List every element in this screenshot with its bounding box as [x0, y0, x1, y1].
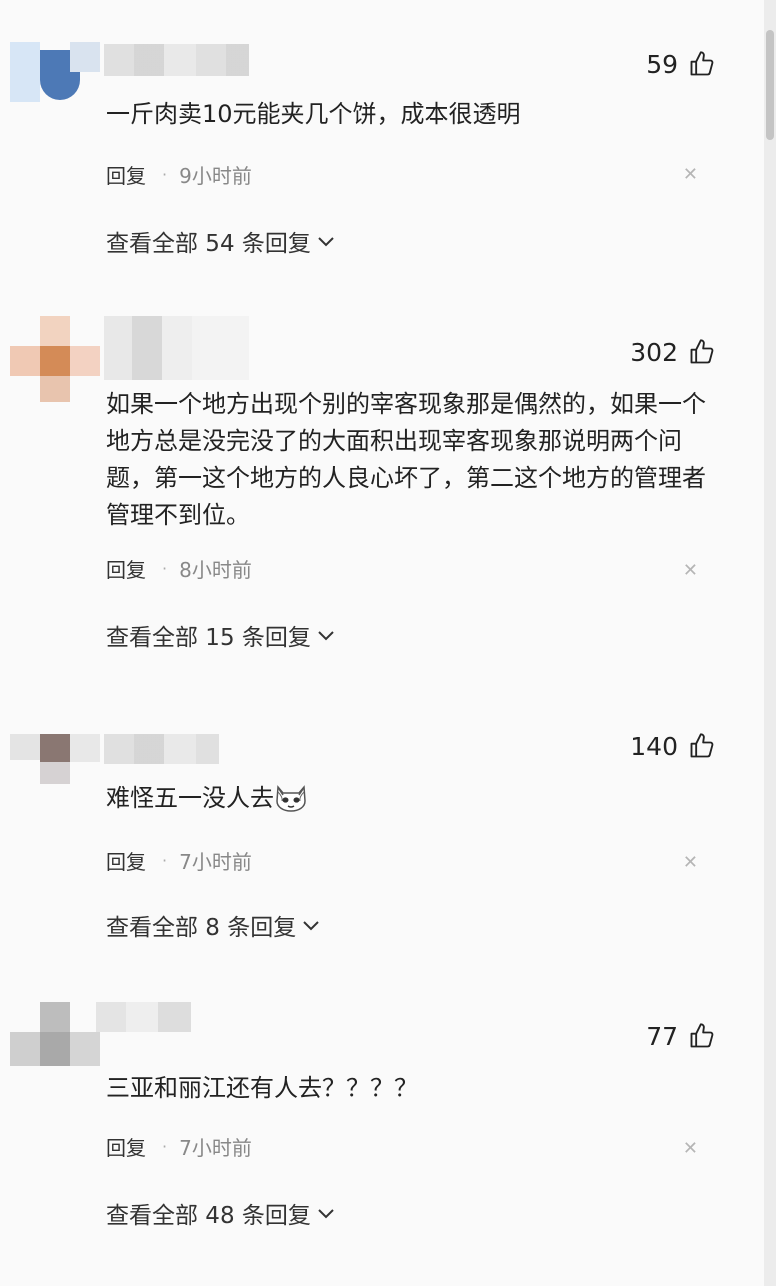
- comment-meta: 回复 · 8小时前: [106, 554, 252, 583]
- like-group: 77: [646, 1022, 716, 1050]
- separator-dot: ·: [162, 1137, 168, 1156]
- like-count: 77: [646, 1021, 678, 1051]
- view-all-replies-label: 查看全部 8 条回复: [106, 915, 297, 941]
- comment-meta: 回复 · 9小时前: [106, 160, 252, 189]
- reply-button[interactable]: 回复: [106, 1132, 146, 1161]
- separator-dot: ·: [162, 559, 168, 578]
- comment-text: 难怪五一没人去: [106, 780, 726, 817]
- thumbs-up-icon[interactable]: [688, 1022, 716, 1050]
- close-icon[interactable]: ✕: [683, 1140, 698, 1158]
- like-count: 140: [630, 731, 678, 761]
- username-redacted: [104, 734, 219, 764]
- view-all-replies-label: 查看全部 54 条回复: [106, 231, 311, 257]
- thumbs-up-icon[interactable]: [688, 50, 716, 78]
- view-all-replies-button[interactable]: 查看全部 15 条回复: [106, 618, 335, 652]
- avatar[interactable]: [10, 1002, 100, 1066]
- view-all-replies-label: 查看全部 48 条回复: [106, 1203, 311, 1229]
- view-all-replies-button[interactable]: 查看全部 48 条回复: [106, 1196, 335, 1230]
- reply-button[interactable]: 回复: [106, 160, 146, 189]
- close-icon[interactable]: ✕: [683, 854, 698, 872]
- avatar[interactable]: [10, 316, 100, 402]
- view-all-replies-label: 查看全部 15 条回复: [106, 625, 311, 651]
- scrollbar-track[interactable]: [764, 0, 776, 1286]
- avatar[interactable]: [10, 704, 100, 784]
- view-all-replies-button[interactable]: 查看全部 8 条回复: [106, 908, 320, 942]
- scrollbar-thumb[interactable]: [766, 30, 774, 140]
- comment-text: 一斤肉卖10元能夹几个饼，成本很透明: [106, 100, 521, 128]
- comment-time: 7小时前: [179, 850, 252, 874]
- username-redacted: [96, 1002, 191, 1032]
- username-redacted: [104, 44, 249, 76]
- comment-time: 8小时前: [179, 558, 252, 582]
- comment-item: 302 如果一个地方出现个别的宰客现象那是偶然的，如果一个地方总是没完没了的大面…: [0, 316, 764, 656]
- separator-dot: ·: [162, 851, 168, 870]
- comment-text: 如果一个地方出现个别的宰客现象那是偶然的，如果一个地方总是没完没了的大面积出现宰…: [106, 390, 706, 529]
- view-all-replies-button[interactable]: 查看全部 54 条回复: [106, 224, 335, 258]
- comment-time: 7小时前: [179, 1136, 252, 1160]
- close-icon[interactable]: ✕: [683, 166, 698, 184]
- avatar[interactable]: [10, 42, 100, 102]
- close-icon[interactable]: ✕: [683, 562, 698, 580]
- chevron-down-icon: [318, 631, 334, 641]
- separator-dot: ·: [162, 165, 168, 184]
- chevron-down-icon: [318, 237, 334, 247]
- comment-meta: 回复 · 7小时前: [106, 846, 252, 875]
- like-count: 59: [646, 49, 678, 79]
- like-group: 140: [630, 732, 716, 760]
- thumbs-up-icon[interactable]: [688, 338, 716, 366]
- comment-meta: 回复 · 7小时前: [106, 1132, 252, 1161]
- thumbs-up-icon[interactable]: [688, 732, 716, 760]
- reply-button[interactable]: 回复: [106, 846, 146, 875]
- cat-emoji-icon: [276, 785, 306, 812]
- comment-item: 59 一斤肉卖10元能夹几个饼，成本很透明 回复 · 9小时前 ✕ 查看全部 5…: [0, 42, 764, 272]
- like-group: 59: [646, 50, 716, 78]
- comment-time: 9小时前: [179, 164, 252, 188]
- chevron-down-icon: [303, 921, 319, 931]
- like-group: 302: [630, 338, 716, 366]
- username-redacted: [104, 316, 249, 380]
- comment-text-body: 难怪五一没人去: [106, 784, 274, 812]
- reply-button[interactable]: 回复: [106, 554, 146, 583]
- comment-item: 140 难怪五一没人去 回复 · 7小时前 ✕ 查看全部 8 条回复: [0, 704, 764, 954]
- comment-item: 77 三亚和丽江还有人去？？？？ 回复 · 7小时前 ✕ 查看全部 48 条回复: [0, 1002, 764, 1242]
- chevron-down-icon: [318, 1209, 334, 1219]
- like-count: 302: [630, 337, 678, 367]
- comment-text: 三亚和丽江还有人去？？？？: [106, 1074, 418, 1102]
